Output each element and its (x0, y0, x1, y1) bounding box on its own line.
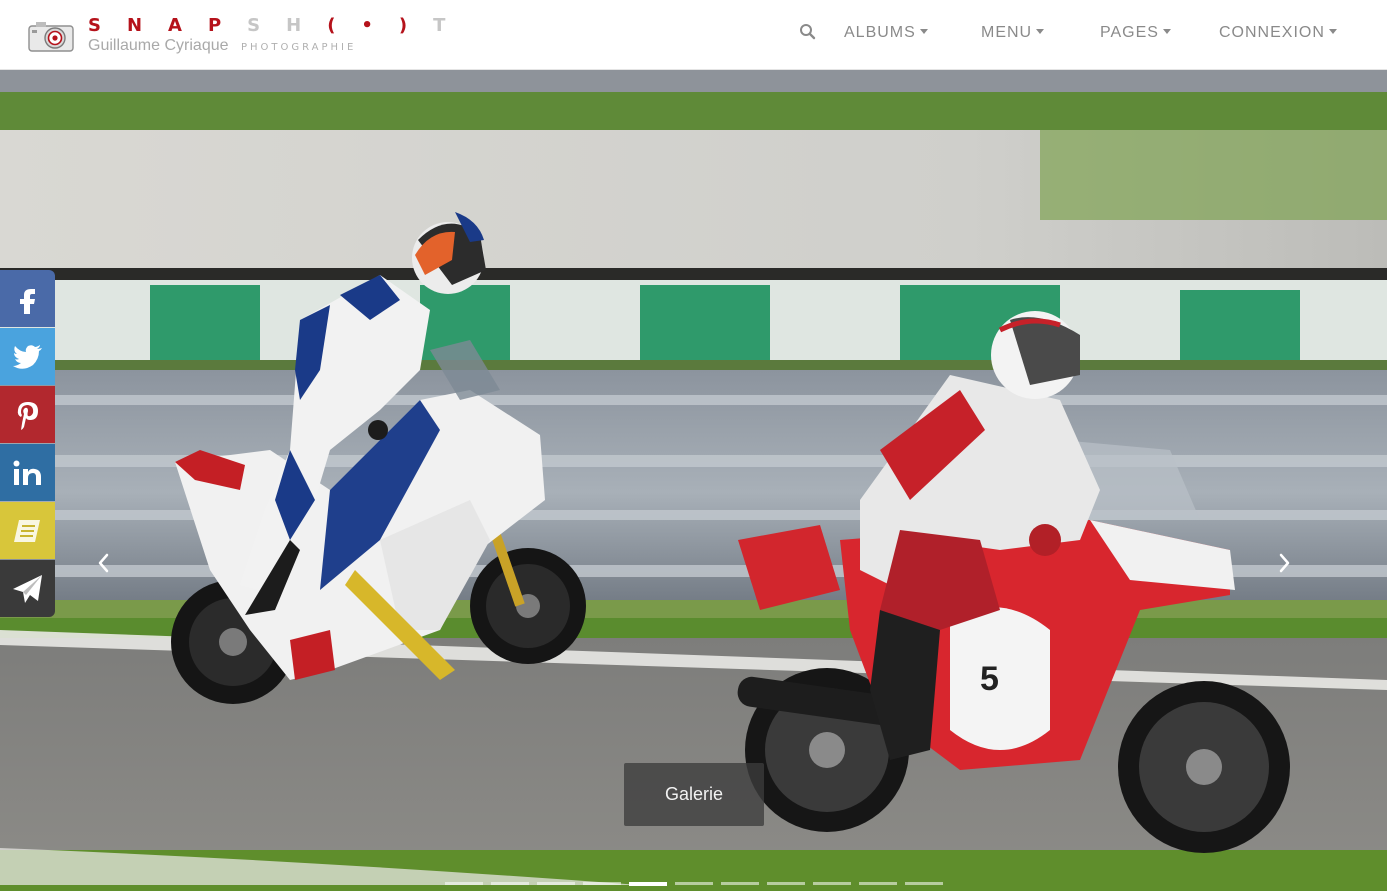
top-navbar: SNAPSH(•)T Guillaume Cyriaque PHOTOGRAPH… (0, 0, 1387, 70)
share-send-button[interactable] (0, 560, 55, 617)
search-icon[interactable] (799, 23, 817, 41)
carousel-indicator[interactable] (721, 882, 759, 885)
galerie-button[interactable]: Galerie (624, 763, 764, 826)
carousel-indicator[interactable] (905, 882, 943, 885)
carousel-indicator[interactable] (767, 882, 805, 885)
share-book-button[interactable] (0, 502, 55, 559)
carousel-indicators (445, 882, 943, 886)
chevron-left-icon[interactable] (96, 552, 110, 574)
nav-albums[interactable]: ALBUMS (844, 24, 928, 42)
twitter-icon (12, 344, 42, 369)
book-icon (13, 519, 40, 542)
caret-down-icon (919, 29, 928, 34)
svg-text:5: 5 (980, 660, 999, 698)
carousel-indicator[interactable] (629, 882, 667, 886)
share-facebook-button[interactable] (0, 270, 55, 327)
caret-down-icon (1328, 29, 1337, 34)
send-icon (12, 574, 42, 603)
social-share-bar (0, 270, 55, 618)
chevron-right-icon[interactable] (1278, 552, 1292, 574)
carousel-indicator[interactable] (537, 882, 575, 885)
share-linkedin-button[interactable] (0, 444, 55, 501)
brand-logo[interactable]: SNAPSH(•)T Guillaume Cyriaque PHOTOGRAPH… (28, 14, 498, 58)
camera-logo-icon (28, 22, 74, 52)
nav-menu[interactable]: MENU (981, 24, 1045, 42)
facebook-icon (19, 288, 35, 314)
brand-wordmark: SNAPSH(•)T (88, 15, 472, 36)
nav-pages[interactable]: PAGES (1100, 24, 1171, 42)
carousel-indicator[interactable] (813, 882, 851, 885)
share-twitter-button[interactable] (0, 328, 55, 385)
share-pinterest-button[interactable] (0, 386, 55, 443)
carousel-indicator[interactable] (675, 882, 713, 885)
brand-tagline: Guillaume Cyriaque PHOTOGRAPHIE (88, 37, 357, 54)
linkedin-icon (13, 460, 41, 485)
caret-down-icon (1162, 29, 1171, 34)
carousel-indicator[interactable] (859, 882, 897, 885)
carousel-indicator[interactable] (445, 882, 483, 885)
nav-connexion[interactable]: CONNEXION (1219, 24, 1337, 42)
pinterest-icon (17, 401, 38, 430)
carousel-indicator[interactable] (583, 882, 621, 885)
carousel-indicator[interactable] (491, 882, 529, 885)
caret-down-icon (1036, 29, 1045, 34)
